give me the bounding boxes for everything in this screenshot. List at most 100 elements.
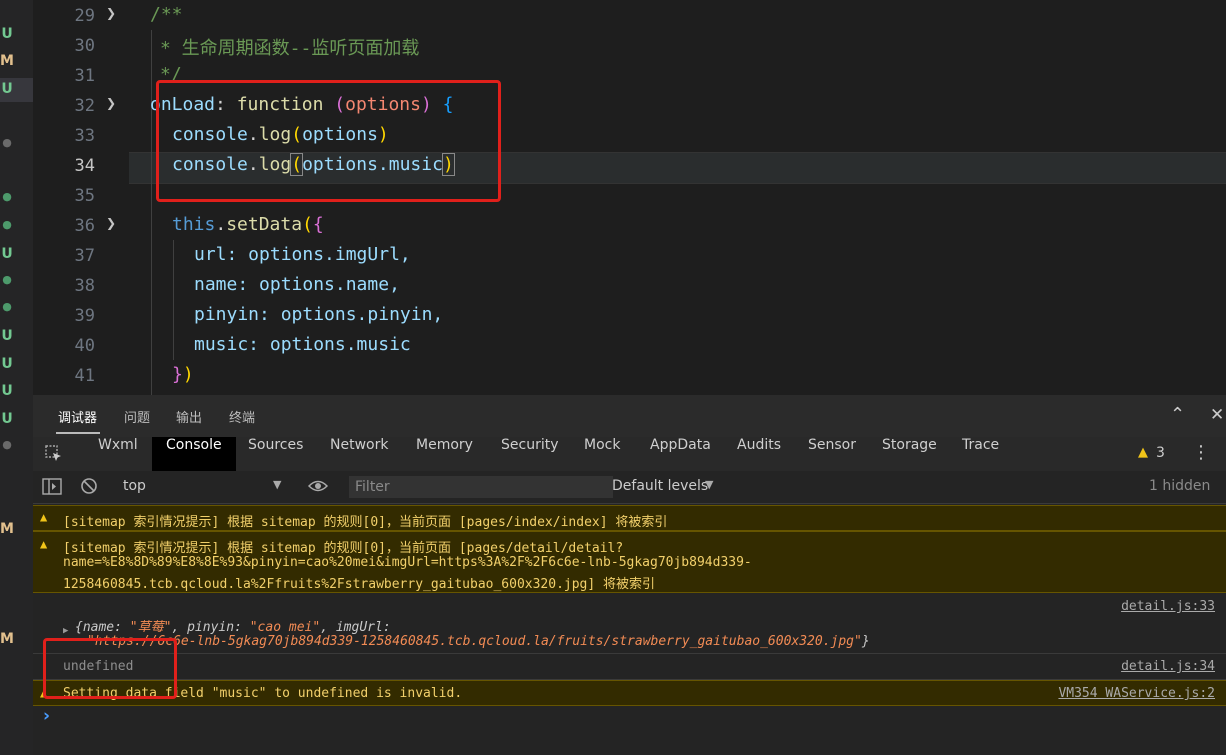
- code-line-36: this.setData({: [172, 214, 324, 235]
- devtools-tab-console[interactable]: Console: [152, 437, 236, 471]
- chevron-down-icon[interactable]: ▼: [273, 478, 281, 491]
- devtools-tab-security[interactable]: Security: [501, 437, 559, 471]
- hidden-count: 1 hidden: [1149, 478, 1211, 494]
- object-preview-line1: {name: "草莓", pinyin: "cao mei", imgUrl:: [75, 620, 391, 635]
- object-key: pinyin: [187, 620, 235, 635]
- object-key: imgUrl: [335, 620, 383, 635]
- line-number: 34: [74, 156, 95, 176]
- console-warning: ▲ [sitemap 索引情况提示] 根据 sitemap 的规则[0]，当前页…: [33, 505, 1226, 531]
- message-text: [sitemap 索引情况提示] 根据 sitemap 的规则[0]，当前页面 …: [63, 541, 624, 556]
- context-select[interactable]: top: [123, 478, 146, 494]
- source-link[interactable]: VM354 WAService.js:2: [1058, 686, 1215, 701]
- bottom-panel: 调试器 问题 输出 终端 ⌃ ✕ Wxml Console Sources Ne…: [33, 395, 1226, 755]
- token: .: [215, 214, 227, 235]
- git-dot-icon: ●: [2, 136, 12, 149]
- devtools-tab-network[interactable]: Network: [330, 437, 388, 471]
- filter-input[interactable]: [349, 476, 613, 498]
- console-prompt[interactable]: ›: [33, 705, 1226, 731]
- annotation-box: [156, 80, 501, 202]
- message-text: [sitemap 索引情况提示] 根据 sitemap 的规则[0]，当前页面 …: [63, 515, 668, 530]
- line-number: 31: [74, 66, 95, 86]
- message-text: 1258460845.tcb.qcloud.la%2Ffruits%2Fstra…: [63, 577, 656, 592]
- inspect-element-icon[interactable]: [45, 445, 61, 461]
- warning-icon: ▲: [40, 537, 48, 551]
- devtools-tab-trace[interactable]: Trace: [962, 437, 999, 471]
- console-log-object: detail.js:33 ▶ {name: "草莓", pinyin: "cao…: [33, 595, 1226, 654]
- fold-chevron-icon[interactable]: ❯: [106, 6, 116, 20]
- fold-chevron-icon[interactable]: ❯: [106, 96, 116, 110]
- object-value: "cao mei": [249, 620, 321, 635]
- git-untracked-marker: U: [1, 328, 13, 344]
- token: setData: [226, 214, 303, 235]
- line-number: 41: [74, 366, 95, 386]
- git-untracked-marker: U: [1, 246, 13, 262]
- line-number: 36: [74, 216, 95, 236]
- annotation-box: [43, 638, 177, 699]
- chevron-down-icon[interactable]: ▼: [705, 478, 713, 491]
- devtools-tab-audits[interactable]: Audits: [737, 437, 781, 471]
- git-untracked-marker: U: [1, 26, 13, 42]
- object-key: name: [82, 620, 115, 635]
- devtools-tab-sources[interactable]: Sources: [248, 437, 303, 471]
- indent-guide: [173, 240, 174, 360]
- clear-console-icon[interactable]: [80, 477, 98, 499]
- code-line-40: music: options.music: [194, 334, 411, 355]
- tab-debugger[interactable]: 调试器: [58, 407, 97, 426]
- tab-output[interactable]: 输出: [176, 407, 202, 426]
- source-link[interactable]: detail.js:33: [1121, 599, 1215, 614]
- warning-icon[interactable]: ▲: [1138, 445, 1148, 460]
- chevron-up-icon[interactable]: ⌃: [1170, 404, 1185, 425]
- code-line-41: }): [172, 364, 194, 385]
- object-value: "草莓": [129, 620, 172, 635]
- devtools-tab-appdata[interactable]: AppData: [650, 437, 711, 471]
- code-line-29: /**: [150, 4, 183, 25]
- panel-tab-bar: 调试器 问题 输出 终端 ⌃ ✕: [33, 395, 1226, 438]
- prompt-chevron-icon: ›: [43, 706, 51, 726]
- line-number: 29: [74, 6, 95, 26]
- log-levels-select[interactable]: Default levels: [612, 478, 708, 494]
- message-text: name=%E8%8D%89%E8%8E%93&pinyin=cao%20mei…: [63, 555, 752, 570]
- line-number: 40: [74, 336, 95, 356]
- token: {: [312, 214, 324, 235]
- git-untracked-marker: U: [1, 81, 13, 97]
- object-value: "https://6c6e-lnb-5gkag70jb894d339-12584…: [87, 634, 862, 649]
- git-dot-icon: ●: [2, 273, 12, 286]
- tab-problems[interactable]: 问题: [124, 407, 150, 426]
- source-link[interactable]: detail.js:34: [1121, 659, 1215, 674]
- more-vertical-icon[interactable]: ⋮: [1192, 442, 1210, 463]
- token: }: [172, 364, 183, 385]
- indent-guide: [151, 30, 152, 395]
- line-number: 35: [74, 186, 95, 206]
- git-modified-marker: M: [0, 53, 14, 69]
- tab-terminal[interactable]: 终端: [229, 407, 255, 426]
- close-icon[interactable]: ✕: [1210, 405, 1224, 425]
- devtools-tab-mock[interactable]: Mock: [584, 437, 620, 471]
- console-log-undefined: undefined detail.js:34: [33, 655, 1226, 680]
- fold-chevron-icon[interactable]: ❯: [106, 216, 116, 230]
- devtools-tab-wxml[interactable]: Wxml: [98, 437, 138, 471]
- devtools-tab-memory[interactable]: Memory: [416, 437, 473, 471]
- git-untracked-marker: U: [1, 383, 13, 399]
- git-dot-icon: ●: [2, 218, 12, 231]
- object-preview-line2: "https://6c6e-lnb-5gkag70jb894d339-12584…: [87, 634, 870, 649]
- code-line-30: * 生命周期函数--监听页面加载: [160, 38, 420, 59]
- console-toolbar: top ▼ Default levels ▼ 1 hidden: [33, 471, 1226, 504]
- code-line-38: name: options.name,: [194, 274, 400, 295]
- warning-count[interactable]: 3: [1156, 445, 1165, 461]
- line-number: 32: [74, 96, 95, 116]
- warning-icon: ▲: [40, 510, 48, 524]
- eye-icon[interactable]: [307, 477, 329, 499]
- line-number: 38: [74, 276, 95, 296]
- git-modified-marker: M: [0, 631, 14, 647]
- expand-arrow-icon[interactable]: ▶: [63, 626, 68, 636]
- devtools-tab-storage[interactable]: Storage: [882, 437, 937, 471]
- git-untracked-marker: U: [1, 411, 13, 427]
- sidebar-toggle-icon[interactable]: [42, 478, 62, 499]
- git-modified-marker: M: [0, 521, 14, 537]
- devtools-tab-bar: Wxml Console Sources Network Memory Secu…: [33, 437, 1226, 472]
- scm-gutter: U M U ● ● ● U ● ● U U U U ● M M: [0, 0, 33, 755]
- line-number: 37: [74, 246, 95, 266]
- devtools-tab-sensor[interactable]: Sensor: [808, 437, 856, 471]
- console-warning: ▲ [sitemap 索引情况提示] 根据 sitemap 的规则[0]，当前页…: [33, 531, 1226, 593]
- git-untracked-marker: U: [1, 356, 13, 372]
